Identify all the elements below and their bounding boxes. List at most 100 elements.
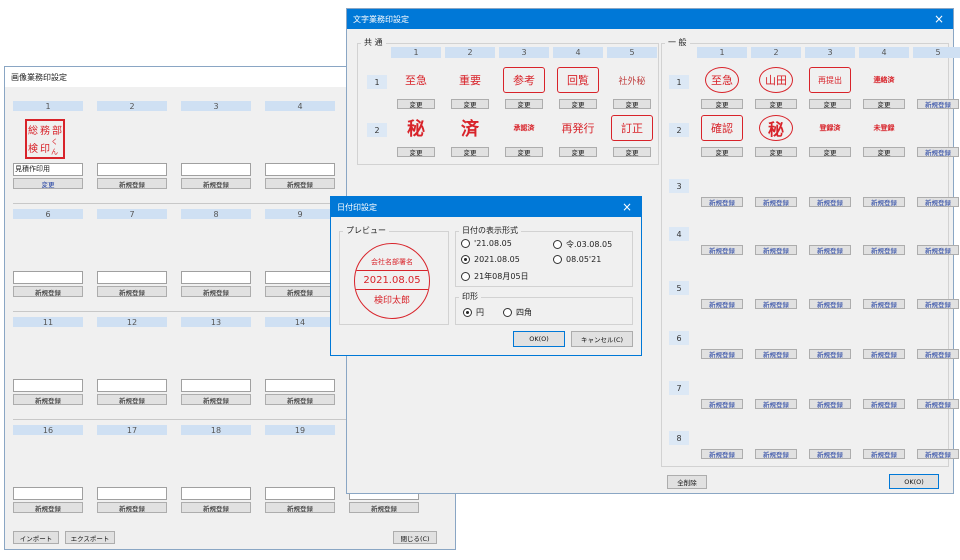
general-new-button[interactable]: 新規登録 [863, 349, 905, 359]
general-new-button[interactable]: 新規登録 [863, 197, 905, 207]
slot-register-button[interactable]: 新規登録 [265, 394, 335, 405]
general-change-button[interactable]: 変更 [809, 147, 851, 157]
general-new-button[interactable]: 新規登録 [863, 449, 905, 459]
slot-register-button[interactable]: 新規登録 [265, 178, 335, 189]
general-new-button[interactable]: 新規登録 [809, 197, 851, 207]
slot-register-button[interactable]: 新規登録 [97, 394, 167, 405]
general-new-button[interactable]: 新規登録 [917, 399, 959, 409]
general-col-header: 1 [697, 47, 747, 58]
general-new-button[interactable]: 新規登録 [809, 449, 851, 459]
slot-register-button[interactable]: 新規登録 [181, 286, 251, 297]
slot-name-field[interactable] [13, 487, 83, 500]
format-radio[interactable]: 21年08月05日 [461, 271, 529, 282]
slot-name-field[interactable] [265, 271, 335, 284]
general-new-button[interactable]: 新規登録 [917, 147, 959, 157]
common-change-button[interactable]: 変更 [613, 99, 651, 109]
general-change-button[interactable]: 変更 [701, 147, 743, 157]
slot-name-field[interactable] [13, 379, 83, 392]
general-new-button[interactable]: 新規登録 [701, 349, 743, 359]
general-new-button[interactable]: 新規登録 [863, 245, 905, 255]
slot-register-button[interactable]: 新規登録 [13, 286, 83, 297]
common-change-button[interactable]: 変更 [451, 147, 489, 157]
general-new-button[interactable]: 新規登録 [863, 399, 905, 409]
slot-register-button[interactable]: 新規登録 [97, 502, 167, 513]
date-dialog-close-icon[interactable]: × [613, 200, 641, 214]
slot-name-field[interactable] [97, 271, 167, 284]
general-change-button[interactable]: 変更 [755, 147, 797, 157]
general-new-button[interactable]: 新規登録 [917, 349, 959, 359]
delete-all-button[interactable]: 全削除 [667, 475, 707, 489]
slot-name-field[interactable] [13, 271, 83, 284]
slot-register-button[interactable]: 変更 [13, 178, 83, 189]
common-change-button[interactable]: 変更 [397, 99, 435, 109]
slot-register-button[interactable]: 新規登録 [181, 502, 251, 513]
general-change-button[interactable]: 変更 [863, 147, 905, 157]
common-change-button[interactable]: 変更 [559, 99, 597, 109]
general-change-button[interactable]: 変更 [863, 99, 905, 109]
slot-name-field[interactable] [265, 379, 335, 392]
general-new-button[interactable]: 新規登録 [809, 349, 851, 359]
slot-name-field[interactable] [181, 163, 251, 176]
common-change-button[interactable]: 変更 [613, 147, 651, 157]
general-new-button[interactable]: 新規登録 [755, 299, 797, 309]
general-new-button[interactable]: 新規登録 [701, 245, 743, 255]
general-new-button[interactable]: 新規登録 [755, 449, 797, 459]
slot-name-field[interactable] [265, 163, 335, 176]
image-close-button[interactable]: 閉じる(C) [393, 531, 437, 544]
common-change-button[interactable]: 変更 [505, 99, 543, 109]
general-new-button[interactable]: 新規登録 [755, 197, 797, 207]
general-change-button[interactable]: 変更 [809, 99, 851, 109]
import-button[interactable]: インポート [13, 531, 59, 544]
general-new-button[interactable]: 新規登録 [917, 449, 959, 459]
slot-name-field[interactable] [265, 487, 335, 500]
date-dialog-titlebar[interactable]: 日付印設定 × [331, 197, 641, 217]
general-new-button[interactable]: 新規登録 [917, 245, 959, 255]
text-ok-button[interactable]: OK(O) [889, 474, 939, 489]
export-button[interactable]: エクスポート [65, 531, 115, 544]
general-new-button[interactable]: 新規登録 [755, 245, 797, 255]
date-ok-button[interactable]: OK(O) [513, 331, 565, 347]
common-change-button[interactable]: 変更 [451, 99, 489, 109]
slot-register-button[interactable]: 新規登録 [265, 286, 335, 297]
slot-register-button[interactable]: 新規登録 [97, 178, 167, 189]
general-new-button[interactable]: 新規登録 [755, 399, 797, 409]
general-new-button[interactable]: 新規登録 [701, 197, 743, 207]
general-new-button[interactable]: 新規登録 [809, 245, 851, 255]
slot-register-button[interactable]: 新規登録 [349, 502, 419, 513]
shape-radio[interactable]: 円 [463, 307, 484, 318]
shape-radio[interactable]: 四角 [503, 307, 532, 318]
general-change-button[interactable]: 変更 [701, 99, 743, 109]
format-radio[interactable]: 08.05'21 [553, 255, 601, 264]
general-new-button[interactable]: 新規登録 [863, 299, 905, 309]
general-new-button[interactable]: 新規登録 [917, 197, 959, 207]
slot-register-button[interactable]: 新規登録 [265, 502, 335, 513]
general-new-button[interactable]: 新規登録 [917, 299, 959, 309]
slot-register-button[interactable]: 新規登録 [13, 502, 83, 513]
format-radio[interactable]: 令.03.08.05 [553, 239, 612, 250]
general-new-button[interactable]: 新規登録 [701, 449, 743, 459]
slot-name-field[interactable] [181, 487, 251, 500]
slot-name-field[interactable]: 見積作印用 [13, 163, 83, 176]
general-new-button[interactable]: 新規登録 [917, 99, 959, 109]
general-new-button[interactable]: 新規登録 [755, 349, 797, 359]
slot-register-button[interactable]: 新規登録 [181, 394, 251, 405]
slot-name-field[interactable] [181, 271, 251, 284]
general-new-button[interactable]: 新規登録 [701, 299, 743, 309]
general-new-button[interactable]: 新規登録 [809, 299, 851, 309]
slot-name-field[interactable] [181, 379, 251, 392]
date-cancel-button[interactable]: キャンセル(C) [571, 331, 633, 347]
format-radio[interactable]: 2021.08.05 [461, 255, 520, 264]
slot-name-field[interactable] [97, 163, 167, 176]
general-new-button[interactable]: 新規登録 [701, 399, 743, 409]
slot-register-button[interactable]: 新規登録 [13, 394, 83, 405]
general-new-button[interactable]: 新規登録 [809, 399, 851, 409]
slot-register-button[interactable]: 新規登録 [97, 286, 167, 297]
common-change-button[interactable]: 変更 [559, 147, 597, 157]
format-radio[interactable]: '21.08.05 [461, 239, 512, 248]
common-change-button[interactable]: 変更 [505, 147, 543, 157]
slot-name-field[interactable] [97, 487, 167, 500]
slot-register-button[interactable]: 新規登録 [181, 178, 251, 189]
general-change-button[interactable]: 変更 [755, 99, 797, 109]
slot-name-field[interactable] [97, 379, 167, 392]
common-change-button[interactable]: 変更 [397, 147, 435, 157]
